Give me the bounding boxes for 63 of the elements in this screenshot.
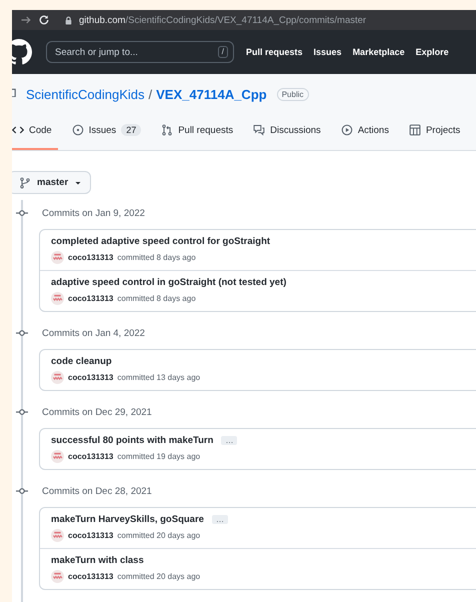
- expand-button[interactable]: …: [221, 436, 238, 445]
- visibility-label: Public: [276, 88, 309, 100]
- commit-time: committed 8 days ago: [117, 294, 196, 303]
- date-heading: Commits on Jan 9, 2022: [42, 208, 145, 218]
- reload-icon[interactable]: [38, 14, 50, 26]
- commit-title-link[interactable]: makeTurn HarveySkills, goSquare: [51, 514, 204, 525]
- nav-link[interactable]: Marketplace: [352, 47, 405, 57]
- repo-tab[interactable]: Projects: [402, 116, 466, 150]
- commit-title-link[interactable]: code cleanup: [51, 356, 112, 367]
- author-link[interactable]: coco131313: [68, 452, 114, 461]
- commit-title-link[interactable]: completed adaptive speed control for goStraight: [51, 236, 270, 247]
- avatar-icon: [51, 570, 64, 583]
- repo-tab[interactable]: Pull requests: [155, 116, 240, 150]
- commit-title-link[interactable]: makeTurn with class: [51, 555, 144, 566]
- commit-node-icon: [16, 485, 28, 497]
- branch-icon: [19, 176, 31, 188]
- commit-time: committed 19 days ago: [117, 452, 200, 461]
- commit-node-icon: [16, 327, 28, 339]
- actions-icon: [340, 124, 353, 136]
- commit-time: committed 13 days ago: [117, 373, 200, 382]
- avatar-icon: [51, 251, 64, 264]
- author-link[interactable]: coco131313: [68, 294, 114, 303]
- branch-button[interactable]: master: [12, 171, 92, 194]
- issues-icon: [72, 124, 84, 136]
- url-text[interactable]: github.com/ScientificCodingKids/VEX_47114A_Cpp/commits/master: [79, 14, 366, 26]
- author-link[interactable]: coco131313: [68, 572, 114, 581]
- avatar-icon: [51, 292, 64, 305]
- nav-link[interactable]: Issues: [314, 47, 342, 57]
- avatar-icon: [51, 529, 64, 542]
- commit-time: committed 8 days ago: [117, 253, 196, 262]
- avatar-icon: [51, 371, 64, 384]
- date-heading: Commits on Dec 29, 2021: [42, 406, 152, 418]
- avatar-icon: [51, 450, 64, 463]
- repo-tab[interactable]: Actions: [334, 116, 395, 150]
- repo-name-link[interactable]: VEX_47114A_Cpp: [156, 86, 267, 102]
- discussions-icon: [253, 124, 266, 136]
- author-link[interactable]: coco131313: [68, 253, 114, 262]
- pulls-icon: [161, 124, 174, 136]
- repo-tab[interactable]: Discussions: [247, 116, 327, 150]
- count-badge: 27: [121, 124, 142, 136]
- commit-node-icon: [16, 406, 28, 418]
- projects-icon: [408, 124, 421, 136]
- forward-icon[interactable]: [20, 14, 32, 26]
- nav-link[interactable]: Pull requests: [246, 47, 303, 57]
- commit-time: committed 20 days ago: [117, 572, 200, 581]
- author-link[interactable]: coco131313: [68, 531, 114, 540]
- expand-button[interactable]: …: [212, 515, 228, 524]
- author-link[interactable]: coco131313: [68, 373, 114, 382]
- nav-link[interactable]: Explore: [416, 47, 449, 57]
- repo-tab[interactable]: Issues 27: [66, 116, 148, 150]
- code-icon: [12, 124, 24, 136]
- commit-time: committed 20 days ago: [117, 531, 200, 540]
- commit-node-icon: [16, 207, 28, 219]
- repo-tab[interactable]: Code: [12, 116, 58, 150]
- lock-icon: [64, 16, 73, 24]
- commit-title-link[interactable]: adaptive speed control in goStraight (not tested yet): [51, 277, 286, 288]
- date-heading: Commits on Dec 28, 2021: [42, 486, 152, 496]
- commit-title-link[interactable]: successful 80 points with makeTurn: [51, 435, 214, 446]
- date-heading: Commits on Jan 4, 2022: [42, 328, 145, 338]
- path-separator: /: [148, 86, 152, 102]
- shortcut-key: /: [218, 46, 228, 58]
- logo-icon[interactable]: [12, 39, 32, 65]
- owner-link[interactable]: ScientificCodingKids: [26, 86, 145, 102]
